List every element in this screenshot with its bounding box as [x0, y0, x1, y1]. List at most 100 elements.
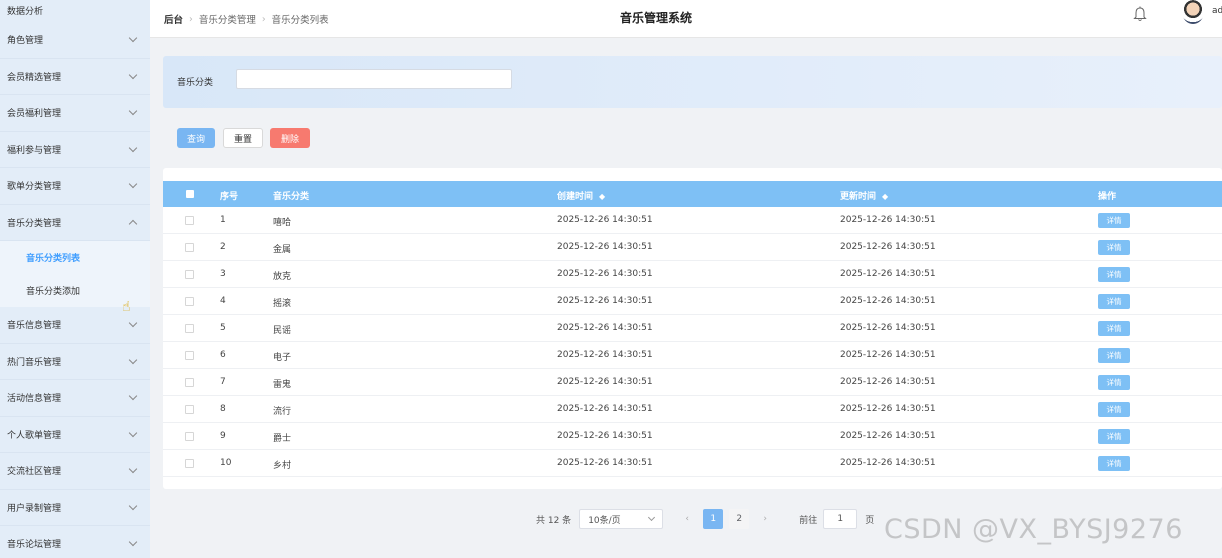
sidebar-item-label: 音乐分类管理	[7, 218, 62, 229]
column-header-category: 音乐分类	[273, 192, 310, 202]
table-row: 3 放克 2025-12-26 14:30:51 2025-12-26 14:30:5…	[163, 261, 1222, 288]
cell-category: 流行	[273, 407, 292, 417]
cell-no: 10	[220, 458, 232, 468]
sidebar-item-activity-info[interactable]: 活动信息管理	[0, 380, 150, 417]
goto-label: 前往	[799, 515, 818, 526]
cell-category: 放克	[273, 272, 292, 282]
detail-button[interactable]: 详情	[1098, 321, 1130, 336]
row-checkbox[interactable]	[185, 405, 194, 414]
detail-button[interactable]: 详情	[1098, 294, 1130, 309]
chevron-up-icon	[128, 219, 138, 228]
username[interactable]: ad	[1212, 6, 1222, 16]
chevron-down-icon	[128, 392, 138, 401]
cell-created: 2025-12-26 14:30:51	[557, 215, 653, 225]
sidebar-item-user-recordings[interactable]: 用户录制管理	[0, 490, 150, 526]
row-checkbox[interactable]	[185, 459, 194, 468]
detail-button[interactable]: 详情	[1098, 456, 1130, 471]
chevron-down-icon	[128, 355, 138, 364]
row-checkbox[interactable]	[185, 378, 194, 387]
detail-button[interactable]: 详情	[1098, 213, 1130, 228]
column-header-label: 创建时间	[557, 192, 594, 202]
cell-updated: 2025-12-26 14:30:51	[840, 458, 936, 468]
row-checkbox[interactable]	[185, 270, 194, 279]
table-row: 2 金属 2025-12-26 14:30:51 2025-12-26 14:30:5…	[163, 234, 1222, 261]
music-category-search-input[interactable]	[236, 69, 512, 89]
page-button-2[interactable]: 2	[729, 509, 750, 529]
chevron-down-icon	[128, 428, 138, 437]
sidebar-item-member-benefits[interactable]: 会员福利管理	[0, 95, 150, 132]
chevron-down-icon	[128, 107, 138, 116]
sidebar-subitem-label: 音乐分类添加	[26, 287, 81, 297]
detail-button[interactable]: 详情	[1098, 402, 1130, 417]
cell-created: 2025-12-26 14:30:51	[557, 458, 653, 468]
goto-page-input[interactable]: 1	[823, 509, 858, 529]
cell-updated: 2025-12-26 14:30:51	[840, 377, 936, 387]
row-checkbox[interactable]	[185, 324, 194, 333]
breadcrumb: 后台 › 音乐分类管理 › 音乐分类列表	[164, 12, 329, 27]
sidebar-item-music-forum[interactable]: 音乐论坛管理	[0, 526, 150, 558]
prev-page-button[interactable]: ‹	[677, 509, 697, 529]
chevron-down-icon	[128, 501, 138, 510]
breadcrumb-separator-icon: ›	[189, 13, 193, 25]
bell-icon[interactable]	[1133, 6, 1147, 22]
page-size-select[interactable]: 10条/页	[579, 509, 664, 529]
table-row: 7 雷鬼 2025-12-26 14:30:51 2025-12-26 14:30:5…	[163, 369, 1222, 396]
detail-button[interactable]: 详情	[1098, 240, 1130, 255]
cell-created: 2025-12-26 14:30:51	[557, 296, 653, 306]
detail-button[interactable]: 详情	[1098, 375, 1130, 390]
page-button-1[interactable]: 1	[703, 509, 724, 529]
select-all-checkbox[interactable]	[186, 190, 194, 198]
column-header-updated[interactable]: 更新时间 ◆	[840, 189, 888, 202]
sidebar-item-label: 个人歌单管理	[7, 430, 62, 441]
table-row: 1 嘻哈 2025-12-26 14:30:51 2025-12-26 14:30:5…	[163, 207, 1222, 234]
detail-button[interactable]: 详情	[1098, 267, 1130, 282]
row-checkbox[interactable]	[185, 243, 194, 252]
chevron-down-icon	[128, 465, 138, 474]
detail-button[interactable]: 详情	[1098, 348, 1130, 363]
sidebar-item-data-analysis[interactable]: 数据分析	[0, 0, 150, 22]
sidebar-item-music-category[interactable]: 音乐分类管理	[0, 205, 150, 241]
sidebar-item-label: 音乐论坛管理	[7, 540, 62, 551]
table-row: 4 摇滚 2025-12-26 14:30:51 2025-12-26 14:30:5…	[163, 288, 1222, 315]
chevron-down-icon	[128, 70, 138, 79]
query-button[interactable]: 查询	[177, 128, 215, 148]
sidebar-item-personal-playlist[interactable]: 个人歌单管理	[0, 417, 150, 453]
chevron-down-icon	[128, 538, 138, 547]
cell-updated: 2025-12-26 14:30:51	[840, 242, 936, 252]
sidebar-item-hot-music[interactable]: 热门音乐管理	[0, 344, 150, 380]
chevron-down-icon	[648, 513, 656, 522]
breadcrumb-item[interactable]: 音乐分类管理	[199, 12, 256, 26]
row-checkbox[interactable]	[185, 297, 194, 306]
cell-created: 2025-12-26 14:30:51	[557, 242, 653, 252]
reset-button[interactable]: 重置	[223, 128, 263, 148]
sidebar-item-community[interactable]: 交流社区管理	[0, 453, 150, 490]
row-checkbox[interactable]	[185, 351, 194, 360]
breadcrumb-home[interactable]: 后台	[164, 12, 183, 26]
row-checkbox[interactable]	[185, 432, 194, 441]
column-header-actions: 操作	[1098, 192, 1117, 202]
delete-button[interactable]: 删除	[270, 128, 310, 148]
sidebar-subitem-music-category-list[interactable]: 音乐分类列表	[0, 241, 150, 274]
sort-icon[interactable]: ◆	[599, 192, 605, 201]
sidebar-item-label: 交流社区管理	[7, 467, 62, 478]
sidebar-item-member-selection[interactable]: 会员精选管理	[0, 59, 150, 95]
cell-created: 2025-12-26 14:30:51	[557, 269, 653, 279]
cell-category: 嘻哈	[273, 218, 292, 228]
sidebar-item-label: 会员精选管理	[7, 72, 62, 83]
sidebar-item-label: 角色管理	[7, 36, 44, 47]
cell-updated: 2025-12-26 14:30:51	[840, 296, 936, 306]
column-header-created[interactable]: 创建时间 ◆	[557, 189, 605, 202]
cell-updated: 2025-12-26 14:30:51	[840, 215, 936, 225]
cell-no: 4	[220, 296, 226, 306]
avatar[interactable]	[1182, 0, 1204, 24]
cell-category: 民谣	[273, 326, 292, 336]
detail-button[interactable]: 详情	[1098, 429, 1130, 444]
sidebar-item-benefit-participation[interactable]: 福利参与管理	[0, 132, 150, 168]
sidebar-item-playlist-category[interactable]: 歌单分类管理	[0, 168, 150, 205]
sidebar-subitem-label: 音乐分类列表	[26, 254, 81, 264]
sort-icon[interactable]: ◆	[882, 192, 888, 201]
row-checkbox[interactable]	[185, 216, 194, 225]
next-page-button[interactable]: ›	[755, 509, 775, 529]
sidebar-item-role[interactable]: 角色管理	[0, 22, 150, 59]
cell-created: 2025-12-26 14:30:51	[557, 404, 653, 414]
